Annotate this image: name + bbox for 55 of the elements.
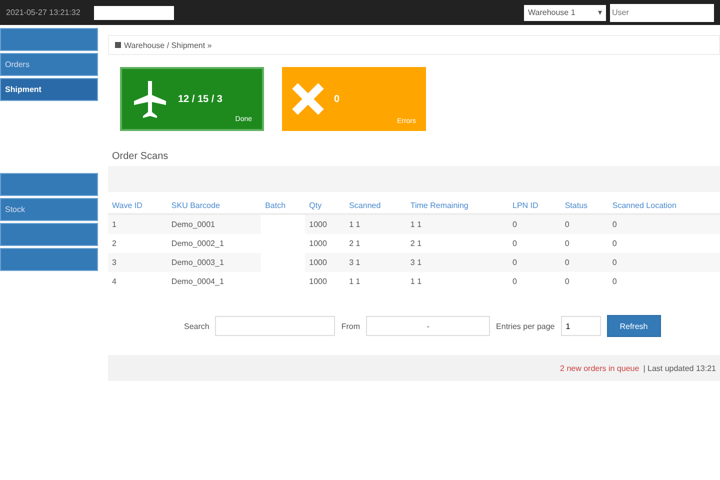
table-cell: 1000 [305,234,346,253]
sidebar-item[interactable]: Shipment [0,78,98,101]
table-cell: 1 1 [406,214,509,234]
status-text: 2 new orders in queue [560,364,640,372]
table-cell: 1 1 [345,214,406,234]
table-cell: 3 1 [406,253,509,272]
date-time: 2021-05-27 13:21:32 [6,8,80,17]
table-cell: 3 1 [345,253,406,272]
table-cell: 3 [108,253,168,272]
table-cell: 0 [560,214,608,234]
table-cell: 0 [508,253,561,272]
search-field[interactable] [94,6,174,20]
warehouse-select[interactable]: Warehouse 1 ▾ [524,4,606,20]
table-cell: Demo_0004_1 [167,272,262,291]
table-cell: 0 [508,272,561,291]
table-cell: 0 [508,234,561,253]
table-cell: 1000 [305,272,346,291]
per-page-field[interactable]: 1 [560,316,601,336]
table-cell: 2 1 [406,234,509,253]
table-cell: 0 [608,234,720,253]
sidebar-item[interactable] [0,28,98,51]
from-label: From [341,322,360,330]
table-cell: 0 [608,272,720,291]
sidebar-item[interactable]: Stock [0,198,98,221]
table-cell: 0 [560,234,608,253]
table-cell: 1000 [305,214,346,234]
search-input[interactable] [215,316,336,336]
table-cell: 1000 [305,253,346,272]
table-cell: 0 [508,214,561,234]
sidebar-item[interactable] [0,223,98,246]
sidebar-item[interactable] [0,248,98,271]
table-cell: Demo_0003_1 [167,253,262,272]
close-icon [290,81,326,117]
table-cell: 0 [560,253,608,272]
refresh-button[interactable]: Refresh [606,315,661,337]
table-cell: Demo_0002_1 [167,234,262,253]
per-page-label: Entries per page [496,322,555,330]
section-title: Order Scans [112,151,170,162]
table-cell: 0 [608,253,720,272]
table-cell: 2 1 [345,234,406,253]
table-cell: Demo_0001 [167,214,262,234]
table-cell: 1 1 [406,272,509,291]
from-select[interactable]: - [366,316,490,336]
table-cell: 2 [108,234,168,253]
table-cell: 0 [560,272,608,291]
footer-note: | Last updated 13:21 [643,364,716,372]
sidebar-item[interactable] [0,173,98,196]
table-cell: 0 [608,214,720,234]
user-field[interactable]: User [610,4,714,22]
table-cell: 1 [108,214,168,234]
table-cell: 1 1 [345,272,406,291]
table-cell: 4 [108,272,168,291]
breadcrumb[interactable]: Warehouse / Shipment » [124,40,212,50]
search-label: Search [184,322,210,330]
sidebar-item[interactable]: Orders [0,53,98,76]
